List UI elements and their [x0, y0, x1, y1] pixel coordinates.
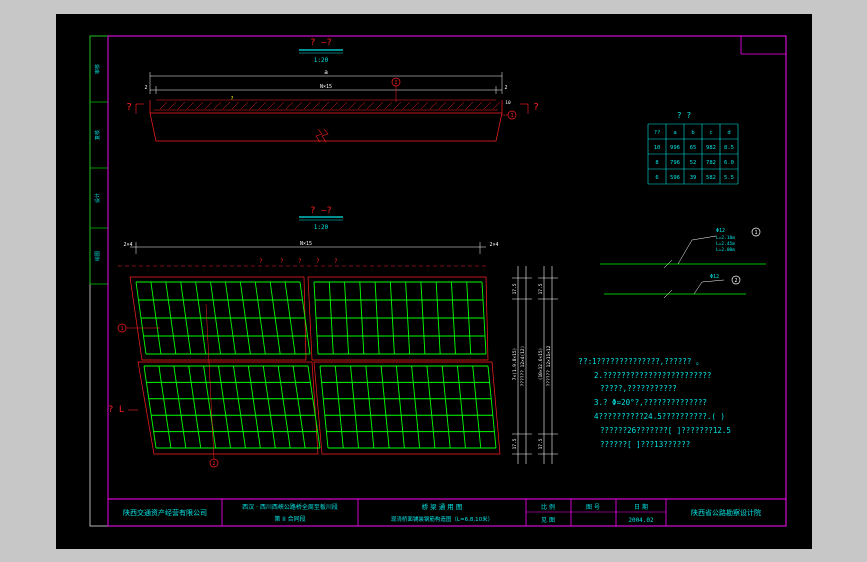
tb-see-label: 见 图	[541, 517, 555, 524]
table-header-cell: ??	[654, 130, 661, 136]
side-label-draw: 绘图	[94, 251, 101, 261]
vertical-dimensions: 17.5 7×(1.9.8×15) ?????? 12×4(12) 17.5 1…	[512, 266, 558, 464]
tb-date: 2004.02	[628, 517, 654, 524]
outer-frame	[89, 35, 787, 527]
table-header-cell: a	[673, 130, 676, 136]
section-scale: 1:20	[314, 57, 329, 64]
section-dim-inner: N×15	[320, 84, 332, 90]
drawing-sheet: 审核 复核 设计 绘图 ? —? 1:20 a 2 N×15 2 2 ? 10 …	[89, 35, 787, 527]
notes-line-1: 1??????????????,?????? 。	[592, 357, 703, 366]
notes-line-7: ??????[ ]???13??????	[600, 440, 690, 449]
notes-line-4: 3.? Φ=20°?,??????????????	[594, 398, 707, 407]
detail-bar1-sub-0: L=2.10m	[716, 235, 735, 241]
table-cell: 596	[670, 175, 680, 181]
plan-title: ? —?	[310, 206, 332, 216]
detail-bar1-sub-2: L=2.00m	[716, 247, 735, 253]
section-view: ? —? 1:20 a 2 N×15 2 2 ? 10 1 ? ?	[126, 38, 539, 143]
detail-bar2-callout: 2	[734, 278, 737, 284]
plan-callout-1: 1	[120, 326, 123, 332]
tb-drawing-1: 桥 梁 通 用 图	[422, 502, 463, 511]
vdim-left-0: 17.5	[512, 283, 518, 294]
notes: ??: 1??????????????,?????? 。 2.?????????…	[578, 357, 731, 449]
notes-line-3: ?????,???????????	[600, 384, 677, 393]
tb-drawing-2: 现浇桥面铺装钢筋构造图（L=6,8,10米）	[391, 515, 493, 523]
inner-border	[107, 35, 787, 527]
section-title: ? —?	[310, 38, 332, 48]
vdim-right-0: 17.5	[538, 283, 544, 294]
table-title: ? ?	[677, 111, 692, 120]
table-cell: 982	[706, 145, 716, 151]
notes-line-5: 4??????????24.5??????????.( )	[594, 412, 725, 421]
tb-project-2: 第 II 合同段	[274, 515, 305, 523]
rebar-table: ? ? ?? a b c d 10 996 65 982 8.5 8 796 52 782 6.0 6 596 3…	[647, 111, 739, 185]
section-dim-right: 2	[504, 85, 507, 91]
plan-top-mark-4: ?	[316, 258, 320, 265]
notes-line-6: ??????26???????[ ]???????12.5	[600, 426, 731, 435]
section-dim-left: 2	[144, 85, 147, 91]
detail-bar1-label: Φ12	[716, 228, 725, 234]
section-dim-total: a	[324, 69, 328, 76]
notes-line-2: 2.????????????????????????	[594, 371, 711, 380]
detail-bar2-label: Φ12	[710, 274, 719, 280]
side-label-review: 复核	[94, 130, 101, 140]
plan-tag: ? L	[108, 405, 124, 415]
plan-top-mark-3: ?	[298, 258, 302, 265]
table-cell: 996	[670, 145, 680, 151]
table-cell: 8.5	[724, 145, 734, 151]
section-callout-1: 1	[510, 113, 513, 119]
table-header-cell: d	[727, 130, 730, 136]
table-cell: 39	[690, 175, 697, 181]
table-cell: 52	[690, 160, 697, 166]
plan-callout-2: 2	[212, 461, 215, 467]
section-callout-2: 2	[394, 80, 397, 86]
detail-bar1-sub-1: L=2.45m	[716, 241, 735, 247]
title-block: 陕西交通资产经营有限公司 西汉 · 西川西峡公路桥全周至板川段 第 II 合同段…	[108, 498, 786, 526]
tb-date-label: 日 期	[634, 503, 648, 511]
table-cell: 6.0	[724, 160, 734, 166]
side-label-design: 设计	[94, 193, 101, 203]
table-header-cell: c	[709, 130, 712, 136]
section-tag-right: ?	[533, 102, 539, 113]
tb-institute: 陕西省公路勘察设计院	[691, 508, 761, 517]
section-tag-left: ?	[126, 102, 132, 113]
table-cell: 796	[670, 160, 680, 166]
plan-view: ? —? 1:20 2×4 N×15 2×4 ? ? ? ? ? 1 2 ? L	[108, 206, 501, 468]
rebar-details: Φ12 L=2.10m L=2.45m L=2.00m 1 Φ12 2	[600, 227, 766, 299]
plan-top-mark-5: ?	[334, 258, 338, 265]
plan-top-mark-2: ?	[280, 258, 284, 265]
plan-dim-left: 2×4	[123, 242, 132, 248]
table-cell: 782	[706, 160, 716, 166]
tb-sheet-label: 图 号	[586, 504, 600, 511]
plan-scale: 1:20	[314, 224, 329, 231]
notes-head: ??:	[578, 357, 592, 366]
vdim-left-3: 17.5	[512, 438, 518, 449]
table-cell: 582	[706, 175, 716, 181]
vdim-right-2: ?????? 12×11×12	[546, 345, 552, 386]
table-cell: 65	[690, 145, 697, 151]
vdim-left-2: ?????? 12×4(12)	[520, 346, 526, 387]
tb-project-1: 西汉 · 西川西峡公路桥全周至板川段	[242, 503, 338, 511]
vdim-right-3: 17.5	[538, 438, 544, 449]
section-small-mark: ?	[230, 96, 233, 102]
table-header-cell: b	[691, 130, 694, 136]
vdim-right-1: (10×12.6×15)	[538, 348, 544, 381]
table-cell: 10	[654, 145, 661, 151]
plan-rebar-grid	[135, 281, 497, 449]
plan-dim-inner: N×15	[300, 241, 312, 247]
table-cell: 5.5	[724, 175, 734, 181]
tb-company: 陕西交通资产经营有限公司	[123, 508, 207, 517]
plan-dim-right: 2×4	[489, 242, 498, 248]
table-cell: 8	[655, 160, 658, 166]
tb-scale-label: 比 例	[541, 503, 555, 511]
plan-top-mark-1: ?	[259, 258, 263, 265]
table-cell: 6	[655, 175, 658, 181]
cad-viewport[interactable]: 审核 复核 设计 绘图 ? —? 1:20 a 2 N×15 2 2 ? 10 …	[56, 14, 812, 549]
side-label-audit: 审核	[94, 64, 101, 74]
detail-bar1-callout: 1	[754, 230, 757, 236]
section-rebar-hatch	[154, 101, 501, 111]
section-small-right: 10	[505, 100, 511, 106]
vdim-left-1: 7×(1.9.8×15)	[512, 348, 518, 381]
